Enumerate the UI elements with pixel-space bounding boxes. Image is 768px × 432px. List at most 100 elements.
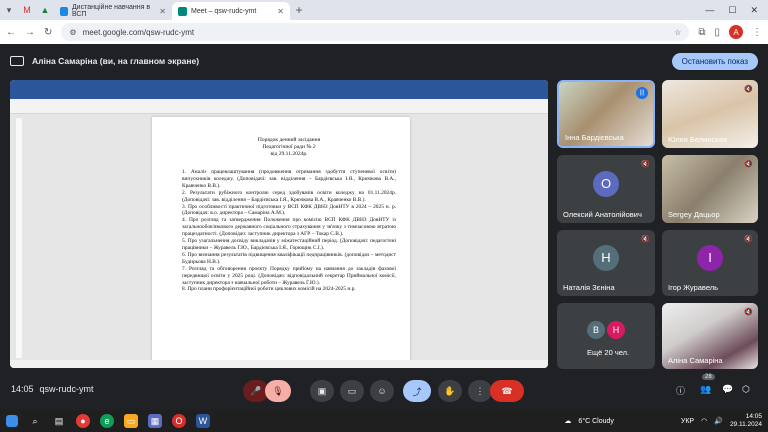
self-tile[interactable]: 🔇 Аліна Самаріна	[662, 303, 758, 369]
tab-list-icon[interactable]: ▾	[0, 0, 18, 20]
doc-subtitle: Педагогічної ради № 2	[262, 144, 316, 150]
windows-start-icon[interactable]	[6, 415, 18, 427]
bookmark-star-icon[interactable]: ☆	[674, 28, 681, 37]
agenda-item: 5. Про узагальнення досвіду викладачів у…	[182, 238, 396, 251]
activities-icon[interactable]: ⬡	[742, 384, 750, 395]
participant-avatar: О	[593, 170, 619, 197]
reload-icon[interactable]: ↻	[44, 27, 52, 38]
captions-button[interactable]: ▭	[340, 380, 364, 402]
forward-icon[interactable]: →	[25, 27, 35, 38]
vertical-ruler	[16, 118, 22, 358]
participant-avatar: Н	[593, 244, 619, 271]
document-page: Порядок денний засідання Педагогічної ра…	[152, 117, 410, 363]
participant-tile[interactable]: 🔇 Sergey Дацьор	[662, 155, 758, 223]
word-ribbon-tabs	[10, 90, 548, 99]
shared-screen: Порядок денний засідання Педагогічної ра…	[10, 80, 548, 368]
extensions-icon[interactable]: ⧉	[698, 27, 705, 38]
mic-off-icon: 🔇	[641, 161, 650, 168]
info-icon[interactable]: ⓘ	[676, 384, 685, 397]
chat-icon[interactable]: 💬	[722, 384, 733, 395]
people-icon[interactable]: 👥	[700, 384, 711, 395]
sidepanel-icon[interactable]: ▯	[714, 27, 720, 38]
weather-text[interactable]: 6°C Cloudy	[578, 418, 613, 425]
search-icon[interactable]: ⌕	[28, 414, 42, 428]
agenda-item: 6. Про визнання результатів підвищення к…	[182, 251, 396, 265]
meeting-time-code: 14:05 qsw-rudc-ymt	[11, 384, 94, 394]
participant-tile[interactable]: 🔇 Юлия Белинская	[662, 80, 758, 148]
participant-avatar: І	[697, 244, 723, 271]
file-explorer-icon[interactable]: ▭	[124, 414, 138, 428]
word-title-bar	[10, 80, 548, 90]
participant-tile[interactable]: О 🔇 Олексий Анатолійович	[557, 155, 655, 223]
participant-avatar: Н	[607, 321, 625, 339]
mic-off-icon: 🔇	[744, 236, 753, 243]
agenda-item: 1. Аналіз працевлаштування (продовження …	[182, 169, 396, 189]
edge-icon[interactable]: e	[100, 414, 114, 428]
back-icon[interactable]: ←	[6, 27, 16, 38]
participant-count-badge: 28	[702, 374, 715, 380]
more-participants-tile[interactable]: В Н Ещё 20 чел.	[557, 303, 655, 369]
task-view-icon[interactable]: ▤	[52, 414, 66, 428]
address-bar: ← → ↻ ⚙ meet.google.com/qsw-rudc-ymt ☆ ⧉…	[0, 20, 768, 44]
presenter-label: Аліна Самаріна (ви, на главном экране)	[32, 56, 200, 66]
gmail-tab-icon[interactable]: M	[18, 0, 36, 20]
reactions-button[interactable]: ☺	[370, 380, 394, 402]
stop-presenting-button[interactable]: Остановить показ	[671, 52, 758, 70]
word-icon[interactable]: W	[196, 414, 210, 428]
close-window-icon[interactable]: ✕	[750, 5, 758, 16]
more-options-button[interactable]: ⋮	[468, 380, 492, 402]
language-indicator[interactable]: УКР	[681, 418, 694, 425]
agenda-item: 7. Розгляд та обговорення проєкту Порядк…	[182, 265, 396, 286]
tray-clock[interactable]: 14:05 29.11.2024	[730, 413, 762, 429]
participant-avatar: В	[587, 321, 605, 339]
present-button[interactable]: ⤴	[403, 380, 431, 402]
os-taskbar: ⌕ ▤ ● e ▭ ▦ O W ☁ 6°C Cloudy УКР ◠ 🔊 14:…	[0, 410, 768, 432]
tab-meet[interactable]: Meet – qsw-rudc-ymt ✕	[172, 2, 290, 20]
url-field[interactable]: ⚙ meet.google.com/qsw-rudc-ymt ☆	[61, 23, 690, 41]
site-info-icon[interactable]: ⚙	[69, 28, 76, 37]
agenda-item: 8. Про плани профорієнтаційної роботи ци…	[182, 286, 356, 293]
agenda-item: 2. Результати рубіжного контролю серед з…	[182, 189, 396, 203]
opera-icon[interactable]: O	[172, 414, 186, 428]
doc-title: Порядок денний засідання	[257, 137, 321, 143]
presentation-bar: Аліна Самаріна (ви, на главном экране) О…	[0, 44, 768, 78]
system-tray: ☁ 6°C Cloudy УКР ◠ 🔊 14:05 29.11.2024	[564, 413, 762, 429]
mic-off-icon: 🔇	[641, 236, 650, 243]
speaking-indicator-icon: |||	[636, 87, 648, 99]
minimize-icon[interactable]: —	[705, 5, 714, 15]
close-tab-icon[interactable]: ✕	[277, 7, 284, 16]
close-tab-icon[interactable]: ✕	[159, 7, 166, 16]
doc-date: від 29.11.2024р.	[270, 151, 308, 157]
meet-control-bar: 14:05 qsw-rudc-ymt 🎤 🎙 ▣ ▭ ☺ ⤴ ✋ ⋮ ☎ ⓘ 👥 …	[0, 370, 768, 410]
camera-toggle-button[interactable]: ▣	[310, 380, 334, 402]
mic-muted-button[interactable]: 🎙	[265, 380, 291, 402]
classroom-icon	[60, 6, 68, 16]
new-tab-icon[interactable]: +	[290, 0, 308, 20]
participant-tile[interactable]: ||| Інна Бардієвська	[557, 80, 655, 148]
volume-icon[interactable]: 🔊	[714, 417, 723, 425]
tab-distance-learning[interactable]: Дистанційне навчання в ВСП ✕	[54, 2, 172, 20]
participant-tile[interactable]: Н 🔇 Наталія Зєніна	[557, 230, 655, 296]
participant-tile[interactable]: І 🔇 Ігор Журавель	[662, 230, 758, 296]
meet-icon	[178, 6, 187, 16]
agenda-item: 3. Про особливості практичної підготовки…	[182, 203, 396, 217]
present-screen-icon	[10, 56, 24, 66]
document-canvas: Порядок денний засідання Педагогічної ра…	[10, 114, 548, 363]
chrome-icon[interactable]: ●	[76, 414, 90, 428]
maximize-icon[interactable]: ☐	[728, 5, 736, 16]
mic-off-icon: 🔇	[744, 309, 753, 316]
drive-tab-icon[interactable]: ▲	[36, 0, 54, 20]
browser-tab-strip: ▾ M ▲ Дистанційне навчання в ВСП ✕ Meet …	[0, 0, 768, 20]
weather-icon: ☁	[564, 418, 572, 425]
word-status-bar	[10, 360, 548, 368]
profile-avatar[interactable]: А	[729, 25, 743, 39]
store-icon[interactable]: ▦	[148, 414, 162, 428]
mic-off-icon: 🔇	[744, 161, 753, 168]
raise-hand-button[interactable]: ✋	[438, 380, 462, 402]
leave-call-button[interactable]: ☎	[490, 380, 524, 402]
word-toolbar	[10, 99, 548, 114]
wifi-icon[interactable]: ◠	[701, 417, 707, 425]
menu-kebab-icon[interactable]: ⋮	[752, 27, 762, 38]
mic-off-icon: 🔇	[744, 86, 753, 93]
agenda-item: 4. Про розгляд та затвердження Положення…	[182, 217, 396, 238]
